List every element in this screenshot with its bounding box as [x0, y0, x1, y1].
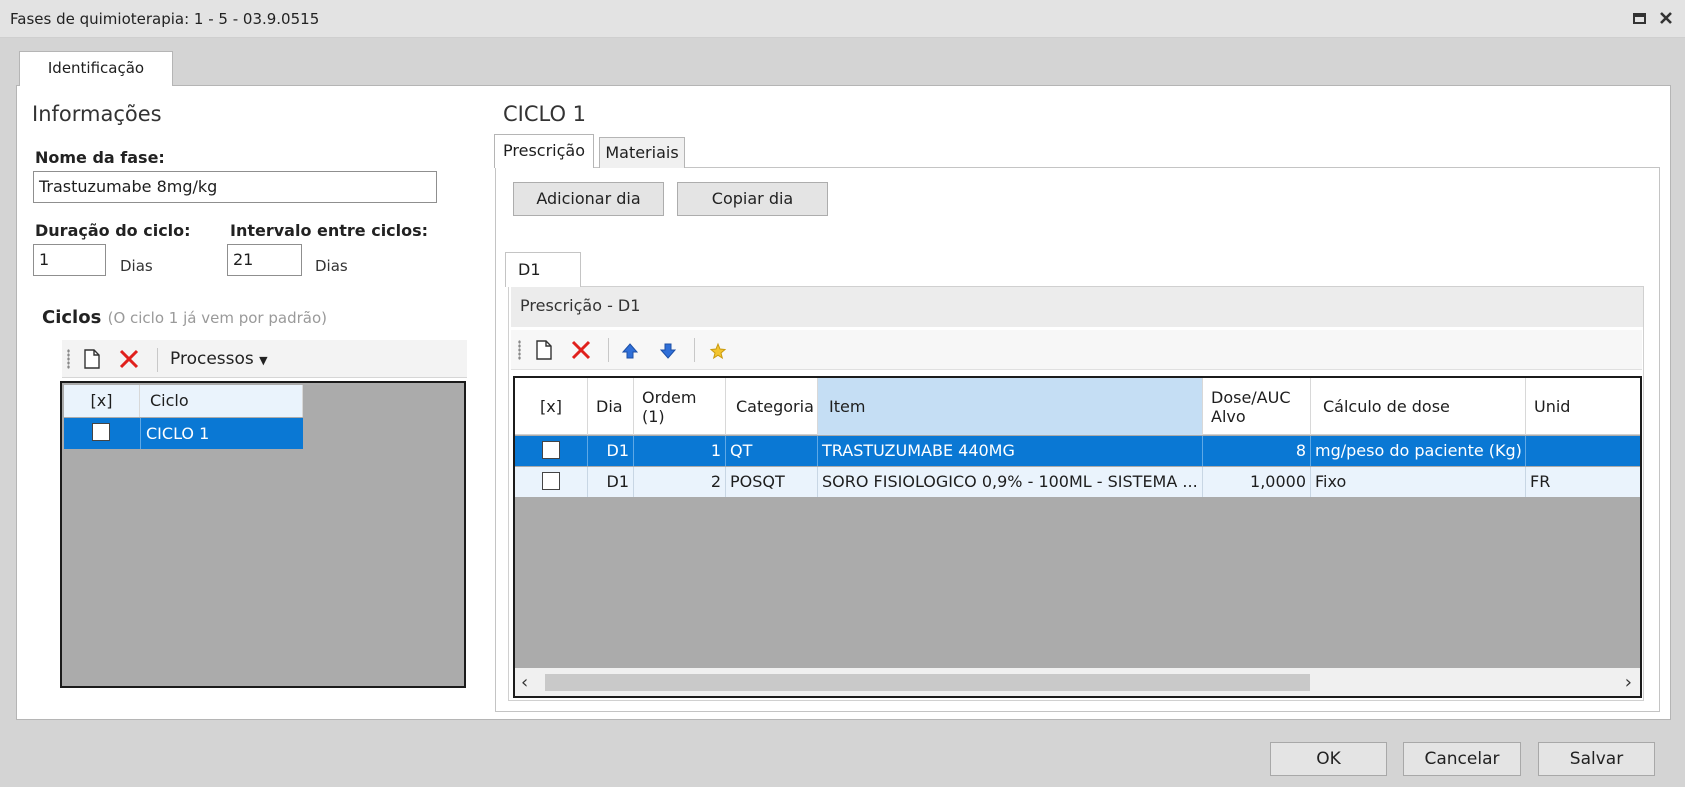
scroll-right-icon[interactable]: ›	[1625, 672, 1632, 693]
save-button[interactable]: Salvar	[1538, 742, 1655, 776]
col-header-ciclo[interactable]: Ciclo	[140, 385, 303, 417]
duracao-label: Duração do ciclo:	[35, 221, 191, 240]
ordem-cell: 1	[634, 436, 726, 466]
col-header-check[interactable]: [x]	[515, 378, 588, 435]
ciclo-title: CICLO 1	[503, 102, 587, 126]
scroll-thumb[interactable]	[545, 674, 1310, 691]
check-cell	[515, 467, 588, 497]
unid-cell: FR	[1530, 472, 1551, 491]
col-header-calculo[interactable]: Cálculo de dose	[1311, 378, 1526, 435]
ciclos-hint: (O ciclo 1 já vem por padrão)	[107, 309, 327, 327]
ok-button[interactable]: OK	[1270, 742, 1387, 776]
tab-d1[interactable]: D1	[505, 252, 581, 287]
toolbar-grip[interactable]	[518, 340, 521, 360]
unid-cell	[1526, 436, 1640, 466]
col-header-dia[interactable]: Dia	[588, 378, 634, 435]
window-title: Fases de quimioterapia: 1 - 5 - 03.9.051…	[10, 10, 320, 28]
processos-menu[interactable]: Processos ▼	[170, 349, 268, 369]
tab-materiais[interactable]: Materiais	[599, 137, 685, 168]
close-icon[interactable]	[1657, 9, 1675, 27]
dose-cell: 1,0000	[1203, 467, 1311, 497]
delete-icon[interactable]	[570, 339, 592, 361]
toolbar-separator	[694, 338, 695, 362]
tab-identificacao[interactable]: Identificação	[19, 51, 173, 86]
scroll-left-icon[interactable]: ‹	[521, 672, 528, 693]
calculo-cell: mg/peso do paciente (Kg)	[1311, 436, 1526, 466]
dia-cell: D1	[588, 467, 634, 497]
horizontal-scrollbar[interactable]: ‹ ›	[515, 668, 1640, 696]
ciclo-cell: CICLO 1	[146, 424, 210, 443]
categoria-cell: POSQT	[726, 467, 818, 497]
ciclos-toolbar: Processos ▼	[62, 340, 467, 378]
row-checkbox[interactable]	[92, 423, 110, 441]
ordem-cell: 2	[634, 467, 726, 497]
item-cell: SORO FISIOLOGICO 0,9% - 100ML - SISTEMA …	[818, 467, 1203, 497]
informacoes-title: Informações	[32, 102, 162, 126]
ciclos-grid[interactable]: [x] Ciclo CICLO 1	[60, 381, 466, 688]
duracao-unit: Dias	[120, 257, 153, 275]
intervalo-label: Intervalo entre ciclos:	[230, 221, 429, 240]
check-cell	[515, 436, 588, 466]
table-row[interactable]: CICLO 1	[64, 418, 303, 449]
copiar-dia-button[interactable]: Copiar dia	[677, 182, 828, 216]
ciclos-title-text: Ciclos	[42, 307, 102, 328]
cell-divider	[140, 418, 141, 449]
grid-header: [x] Dia Ordem (1) Categoria Item Dose/AU…	[515, 378, 1640, 435]
new-document-icon[interactable]	[533, 339, 555, 361]
chevron-down-icon: ▼	[259, 354, 268, 367]
nome-field[interactable]: Trastuzumabe 8mg/kg	[33, 171, 437, 203]
delete-icon[interactable]	[118, 348, 140, 370]
prescricao-grid[interactable]: [x] Dia Ordem (1) Categoria Item Dose/AU…	[513, 376, 1642, 698]
restore-icon[interactable]	[1631, 9, 1649, 27]
col-header-unid[interactable]: Unid	[1526, 378, 1640, 435]
toolbar-separator	[608, 338, 609, 362]
arrow-up-icon[interactable]	[619, 340, 641, 362]
col-header-check[interactable]: [x]	[64, 385, 140, 417]
col-header-ordem[interactable]: Ordem (1)	[634, 378, 726, 435]
row-checkbox[interactable]	[542, 472, 560, 490]
row-checkbox[interactable]	[542, 441, 560, 459]
intervalo-field[interactable]: 21	[227, 244, 302, 276]
prescricao-d1-header: Prescrição - D1	[511, 287, 1643, 327]
col-header-categoria[interactable]: Categoria	[726, 378, 818, 435]
intervalo-unit: Dias	[315, 257, 348, 275]
tab-prescricao[interactable]: Prescrição	[494, 134, 594, 168]
star-icon[interactable]	[707, 340, 729, 362]
nome-label: Nome da fase:	[35, 148, 165, 167]
dia-cell: D1	[588, 436, 634, 466]
toolbar-separator	[157, 348, 158, 372]
duracao-field[interactable]: 1	[33, 244, 106, 276]
cancel-button[interactable]: Cancelar	[1403, 742, 1521, 776]
col-header-item[interactable]: Item	[818, 378, 1203, 435]
categoria-cell: QT	[726, 436, 818, 466]
ciclos-title: Ciclos (O ciclo 1 já vem por padrão)	[42, 307, 327, 328]
calculo-cell: Fixo	[1311, 467, 1526, 497]
adicionar-dia-button[interactable]: Adicionar dia	[513, 182, 664, 216]
new-document-icon[interactable]	[81, 348, 103, 370]
prescricao-toolbar	[511, 330, 1642, 370]
toolbar-grip[interactable]	[67, 349, 70, 369]
title-bar: Fases de quimioterapia: 1 - 5 - 03.9.051…	[0, 0, 1685, 38]
processos-label: Processos	[170, 349, 254, 369]
table-row[interactable]: D1 2 POSQT SORO FISIOLOGICO 0,9% - 100ML…	[515, 467, 1640, 497]
item-cell: TRASTUZUMABE 440MG	[818, 436, 1203, 466]
table-row[interactable]: D1 1 QT TRASTUZUMABE 440MG 8 mg/peso do …	[515, 436, 1640, 466]
arrow-down-icon[interactable]	[657, 340, 679, 362]
dose-cell: 8	[1203, 436, 1311, 466]
col-header-dose[interactable]: Dose/AUC Alvo	[1203, 378, 1311, 435]
